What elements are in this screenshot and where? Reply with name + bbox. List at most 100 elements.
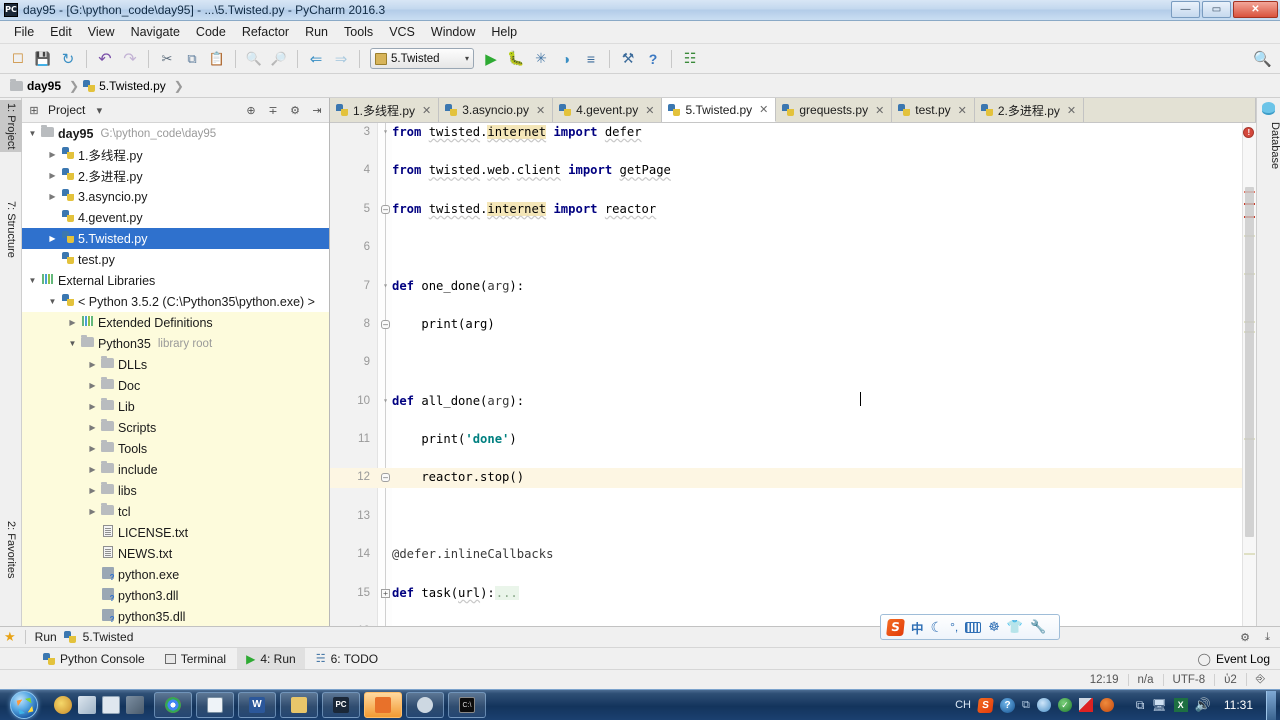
tree-item[interactable]: ▶1.多线程.py bbox=[22, 144, 329, 165]
status-encoding[interactable]: UTF-8 bbox=[1163, 674, 1215, 686]
tab-terminal[interactable]: Terminal bbox=[156, 648, 235, 669]
tree-item[interactable]: ▶Tools bbox=[22, 438, 329, 459]
excel-tray-icon[interactable]: X bbox=[1174, 698, 1188, 712]
network-tray-icon[interactable] bbox=[1037, 698, 1051, 712]
editor-marker-bar[interactable] bbox=[1242, 123, 1256, 626]
toolbox-icon[interactable]: ☸ bbox=[988, 619, 1000, 635]
media-icon[interactable] bbox=[126, 696, 144, 714]
ime-toolbar[interactable]: S 中 ☾ °, ☸ 👕 🔧 bbox=[880, 614, 1060, 640]
save-icon[interactable] bbox=[102, 696, 120, 714]
back-icon[interactable]: ⇐ bbox=[304, 47, 328, 71]
menu-tools[interactable]: Tools bbox=[336, 22, 381, 42]
python-package-icon[interactable]: ☷ bbox=[678, 47, 702, 71]
paste-icon[interactable]: 📋 bbox=[205, 47, 229, 71]
ime-mode-indicator[interactable]: 中 bbox=[911, 618, 924, 637]
chevron-right-icon[interactable]: ▶ bbox=[86, 423, 99, 432]
breadcrumb-item-file[interactable]: 5.Twisted.py bbox=[81, 77, 172, 95]
tab-run[interactable]: ▶ 4: Run bbox=[237, 648, 305, 669]
open-icon[interactable]: ☐ bbox=[6, 47, 30, 71]
help-button[interactable]: ? bbox=[641, 47, 665, 71]
skin-icon[interactable]: 👕 bbox=[1007, 619, 1023, 635]
close-icon[interactable]: ✕ bbox=[645, 104, 654, 117]
chevron-right-icon[interactable]: ▶ bbox=[86, 402, 99, 411]
paint-icon[interactable] bbox=[54, 696, 72, 714]
code-editor[interactable]: 3▾from twisted.internet import defer4fro… bbox=[330, 123, 1256, 626]
minimize-button[interactable]: — bbox=[1171, 1, 1200, 18]
tree-item[interactable]: ▼day95G:\python_code\day95 bbox=[22, 123, 329, 144]
sogou-ime-tray-icon[interactable]: S bbox=[977, 698, 994, 713]
close-icon[interactable]: ✕ bbox=[536, 104, 545, 117]
settings-gear-icon[interactable]: ⚙ bbox=[287, 104, 303, 117]
editor-tab[interactable]: 1.多线程.py✕ bbox=[330, 98, 439, 122]
taskbar-notepad-window[interactable] bbox=[196, 692, 234, 718]
chevron-right-icon[interactable]: ▶ bbox=[46, 150, 59, 159]
close-icon[interactable]: ✕ bbox=[958, 104, 967, 117]
coverage-button[interactable]: ✳ bbox=[529, 47, 553, 71]
debug-button[interactable]: 🐛 bbox=[504, 47, 528, 71]
editor-scrollbar-thumb[interactable] bbox=[1245, 187, 1254, 537]
sogou-ime-logo-icon[interactable]: S bbox=[886, 619, 905, 636]
fold-expand-icon[interactable]: + bbox=[381, 589, 390, 598]
tree-item[interactable]: ▶Lib bbox=[22, 396, 329, 417]
menu-code[interactable]: Code bbox=[188, 22, 234, 42]
network-status-icon[interactable]: ⧉ bbox=[1136, 698, 1145, 713]
copy-icon[interactable]: ⧉ bbox=[180, 47, 204, 71]
taskbar-clock[interactable]: 11:31 bbox=[1218, 698, 1259, 712]
breadcrumb-item-project[interactable]: day95 bbox=[8, 77, 67, 95]
tree-item[interactable]: ▶3.asyncio.py bbox=[22, 186, 329, 207]
chevron-right-icon[interactable]: ▶ bbox=[86, 486, 99, 495]
rail-tab-structure[interactable]: 7: Structure bbox=[0, 198, 22, 261]
tree-item[interactable]: ▶Scripts bbox=[22, 417, 329, 438]
editor-tab[interactable]: 2.多进程.py✕ bbox=[975, 98, 1084, 122]
chevron-right-icon[interactable]: ▶ bbox=[46, 234, 59, 243]
editor-tab[interactable]: 5.Twisted.py✕ bbox=[662, 98, 776, 122]
sync-icon[interactable]: ↻ bbox=[56, 47, 80, 71]
tree-item[interactable]: ▼External Libraries bbox=[22, 270, 329, 291]
overflow-tray-icon[interactable]: ⧉ bbox=[1022, 699, 1030, 712]
flag-tray-icon[interactable] bbox=[1079, 698, 1093, 712]
taskbar-word-window[interactable]: W bbox=[238, 692, 276, 718]
chevron-right-icon[interactable]: ▶ bbox=[46, 171, 59, 180]
menu-run[interactable]: Run bbox=[297, 22, 336, 42]
tree-item[interactable]: ▶include bbox=[22, 459, 329, 480]
editor-tab[interactable]: 4.gevent.py✕ bbox=[553, 98, 662, 122]
menu-help[interactable]: Help bbox=[483, 22, 525, 42]
taskbar-active-window[interactable] bbox=[364, 692, 402, 718]
chevron-right-icon[interactable]: ▶ bbox=[86, 465, 99, 474]
close-icon[interactable]: ✕ bbox=[1067, 104, 1076, 117]
rail-tab-database[interactable]: Database bbox=[1257, 104, 1280, 169]
fold-collapse-icon[interactable]: ▾ bbox=[381, 397, 390, 406]
start-button[interactable] bbox=[2, 690, 46, 720]
undo-icon[interactable]: ↶ bbox=[93, 47, 117, 71]
chevron-right-icon[interactable]: ▶ bbox=[86, 444, 99, 453]
chevron-down-icon[interactable]: ▼ bbox=[26, 129, 39, 138]
search-everywhere-icon[interactable]: 🔍 bbox=[1253, 50, 1272, 68]
menu-view[interactable]: View bbox=[80, 22, 123, 42]
tree-item[interactable]: 4.gevent.py bbox=[22, 207, 329, 228]
rail-tab-project[interactable]: 1: Project bbox=[0, 100, 22, 152]
fold-end-icon[interactable]: – bbox=[381, 473, 390, 482]
menu-edit[interactable]: Edit bbox=[42, 22, 80, 42]
redo-icon[interactable]: ↷ bbox=[118, 47, 142, 71]
hide-panel-icon[interactable]: ⇥ bbox=[309, 104, 325, 117]
color-picker-icon[interactable] bbox=[78, 696, 96, 714]
chevron-down-icon[interactable]: ▼ bbox=[26, 276, 39, 285]
chevron-right-icon[interactable]: ▶ bbox=[86, 381, 99, 390]
taskbar-pycharm-window[interactable]: PC bbox=[322, 692, 360, 718]
show-desktop-button[interactable] bbox=[1266, 691, 1276, 720]
help-tray-icon[interactable]: ? bbox=[1000, 698, 1015, 713]
editor-tab[interactable]: grequests.py✕ bbox=[776, 98, 892, 122]
find-icon[interactable]: 🔍 bbox=[242, 47, 266, 71]
event-log-button[interactable]: ◯ Event Log bbox=[1198, 652, 1270, 666]
tree-item[interactable]: test.py bbox=[22, 249, 329, 270]
save-all-icon[interactable]: 💾 bbox=[31, 47, 55, 71]
forward-icon[interactable]: ⇒ bbox=[329, 47, 353, 71]
tree-item[interactable]: ▶5.Twisted.py bbox=[22, 228, 329, 249]
tree-item[interactable]: ▶DLLs bbox=[22, 354, 329, 375]
chevron-down-icon[interactable]: ▼ bbox=[66, 339, 79, 348]
tree-item[interactable]: ▼< Python 3.5.2 (C:\Python35\python.exe)… bbox=[22, 291, 329, 312]
tree-item[interactable]: python35.dll bbox=[22, 606, 329, 626]
fold-end-icon[interactable]: – bbox=[381, 205, 390, 214]
tree-item[interactable]: LICENSE.txt bbox=[22, 522, 329, 543]
tree-item[interactable]: ▶tcl bbox=[22, 501, 329, 522]
